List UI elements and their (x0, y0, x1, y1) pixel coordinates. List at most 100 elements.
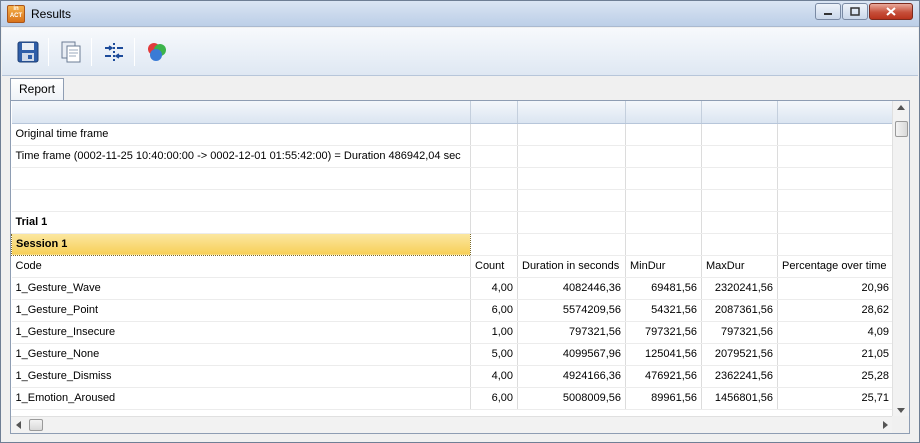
duration-cell: 5008009,56 (517, 387, 626, 410)
percentage-cell: 4,09 (777, 321, 894, 344)
save-button[interactable] (12, 36, 44, 68)
time-frame-text: Time frame (0002-11-25 10:40:00:00 -> 00… (11, 145, 471, 168)
maxdur-cell: 2320241,56 (701, 277, 778, 300)
duration-cell: 5574209,56 (517, 299, 626, 322)
title-bar[interactable]: in ACT Results (1, 1, 919, 27)
session-label[interactable]: Session 1 (11, 232, 471, 256)
percentage-cell: 20,96 (777, 277, 894, 300)
close-icon (886, 7, 896, 16)
trial-label: Trial 1 (11, 211, 471, 234)
tab-report[interactable]: Report (10, 78, 65, 100)
maxdur-cell: 797321,56 (701, 321, 778, 344)
color-circles-icon (148, 43, 166, 61)
grid-header-cell[interactable] (517, 101, 626, 124)
column-header-percentage: Percentage over time (777, 255, 894, 278)
copy-button[interactable] (55, 36, 87, 68)
grid-header-cell[interactable] (470, 101, 518, 124)
results-window: in ACT Results Report Original time fram… (0, 0, 920, 443)
report-grid: Original time frame Time frame (0002-11-… (10, 100, 910, 434)
grid-header-cell[interactable] (777, 101, 894, 124)
original-time-frame-label: Original time frame (11, 123, 471, 146)
column-split-icon (105, 43, 123, 61)
column-header-count: Count (470, 255, 518, 278)
percentage-cell: 25,71 (777, 387, 894, 410)
count-cell: 5,00 (470, 343, 518, 366)
window-title: Results (31, 7, 72, 21)
code-cell: 1_Gesture_None (11, 343, 471, 366)
maximize-icon (850, 7, 860, 16)
column-header-code: Code (11, 255, 471, 278)
scroll-left-arrow-icon[interactable] (16, 421, 21, 429)
close-button[interactable] (869, 3, 913, 20)
table-row: 1_Gesture_Dismiss 4,00 4924166,36 476921… (11, 365, 894, 388)
count-cell: 4,00 (470, 365, 518, 388)
window-controls (815, 3, 913, 20)
code-cell: 1_Emotion_Aroused (11, 387, 471, 410)
code-cell: 1_Gesture_Point (11, 299, 471, 322)
info-row: Original time frame (11, 123, 894, 146)
column-header-duration: Duration in seconds (517, 255, 626, 278)
column-header-row: Code Count Duration in seconds MinDur Ma… (11, 255, 894, 278)
table-row: 1_Gesture_Insecure 1,00 797321,56 797321… (11, 321, 894, 344)
code-cell: 1_Gesture_Dismiss (11, 365, 471, 388)
table-row: 1_Gesture_Point 6,00 5574209,56 54321,56… (11, 299, 894, 322)
columns-button[interactable] (98, 36, 130, 68)
duration-cell: 4099567,96 (517, 343, 626, 366)
minimize-icon (824, 12, 832, 15)
grid-header-cell[interactable] (625, 101, 702, 124)
percentage-cell: 21,05 (777, 343, 894, 366)
minimize-button[interactable] (815, 3, 841, 20)
horizontal-scrollbar[interactable] (11, 416, 893, 433)
code-cell: 1_Gesture_Wave (11, 277, 471, 300)
maximize-button[interactable] (842, 3, 868, 20)
grid-header-row (11, 101, 894, 124)
horizontal-scroll-thumb[interactable] (29, 419, 43, 431)
empty-row (11, 189, 894, 212)
scroll-up-arrow-icon[interactable] (897, 105, 905, 110)
duration-cell: 797321,56 (517, 321, 626, 344)
percentage-cell: 25,28 (777, 365, 894, 388)
report-table: Original time frame Time frame (0002-11-… (11, 101, 894, 410)
app-logo: in ACT (7, 5, 25, 23)
count-cell: 6,00 (470, 387, 518, 410)
info-row: Time frame (0002-11-25 10:40:00:00 -> 00… (11, 145, 894, 168)
duration-cell: 4924166,36 (517, 365, 626, 388)
column-header-maxdur: MaxDur (701, 255, 778, 278)
percentage-cell: 28,62 (777, 299, 894, 322)
mindur-cell: 476921,56 (625, 365, 702, 388)
grid-header-cell[interactable] (701, 101, 778, 124)
copy-document-icon (61, 41, 81, 63)
mindur-cell: 797321,56 (625, 321, 702, 344)
toolbar-separator (48, 38, 49, 66)
duration-cell: 4082446,36 (517, 277, 626, 300)
colors-button[interactable] (141, 36, 173, 68)
floppy-disk-icon (17, 41, 39, 63)
trial-row: Trial 1 (11, 211, 894, 234)
grid-header-cell[interactable] (11, 101, 471, 124)
count-cell: 6,00 (470, 299, 518, 322)
empty-row (11, 167, 894, 190)
maxdur-cell: 2362241,56 (701, 365, 778, 388)
column-header-mindur: MinDur (625, 255, 702, 278)
scrollbar-corner (892, 416, 909, 433)
vertical-scroll-thumb[interactable] (895, 121, 908, 137)
toolbar-separator (91, 38, 92, 66)
count-cell: 4,00 (470, 277, 518, 300)
scroll-down-arrow-icon[interactable] (897, 408, 905, 413)
code-cell: 1_Gesture_Insecure (11, 321, 471, 344)
table-row: 1_Gesture_Wave 4,00 4082446,36 69481,56 … (11, 277, 894, 300)
table-row: 1_Emotion_Aroused 6,00 5008009,56 89961,… (11, 387, 894, 410)
toolbar-separator (134, 38, 135, 66)
maxdur-cell: 2079521,56 (701, 343, 778, 366)
maxdur-cell: 1456801,56 (701, 387, 778, 410)
vertical-scrollbar[interactable] (892, 101, 909, 417)
mindur-cell: 69481,56 (625, 277, 702, 300)
mindur-cell: 89961,56 (625, 387, 702, 410)
count-cell: 1,00 (470, 321, 518, 344)
session-row: Session 1 (11, 232, 894, 256)
table-row: 1_Gesture_None 5,00 4099567,96 125041,56… (11, 343, 894, 366)
mindur-cell: 54321,56 (625, 299, 702, 322)
toolbar (2, 28, 918, 76)
scroll-right-arrow-icon[interactable] (883, 421, 888, 429)
mindur-cell: 125041,56 (625, 343, 702, 366)
